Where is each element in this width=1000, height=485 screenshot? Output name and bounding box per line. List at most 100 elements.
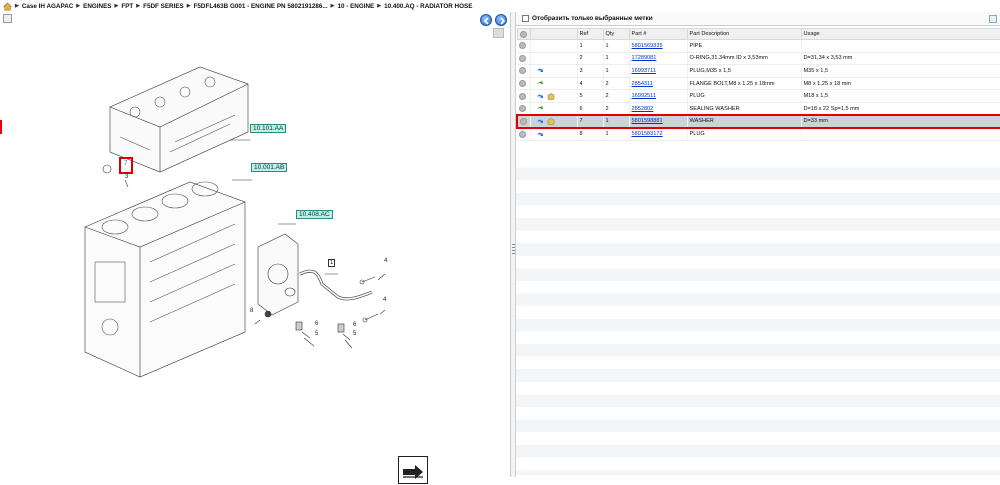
show-selected-only-checkbox[interactable]: [522, 15, 529, 22]
selected-part-highlight[interactable]: 7: [119, 157, 133, 174]
select-all-icon[interactable]: [519, 30, 527, 38]
qty-cell: 1: [603, 114, 630, 129]
breadcrumb-item[interactable]: F5DFL463B G001 - ENGINE PN 5802191286...: [194, 3, 328, 10]
part-number-link[interactable]: 2852802: [632, 106, 654, 112]
row-select-icon[interactable]: [519, 80, 526, 88]
splitter-grip-icon[interactable]: [512, 244, 515, 256]
row-icons-cell: [530, 89, 578, 103]
row-cell: [517, 52, 531, 66]
ref-label[interactable]: 6: [353, 322, 356, 328]
ref-label[interactable]: 4: [383, 297, 386, 303]
row-select-icon[interactable]: [519, 67, 526, 75]
ref-label[interactable]: 5: [315, 331, 318, 337]
package-icon[interactable]: [547, 92, 555, 100]
table-row[interactable]: 8 1 5801583172 PLUG: [517, 127, 1000, 141]
row-cell: [517, 64, 531, 78]
ref-label[interactable]: 4: [384, 258, 387, 264]
description-cell: PLUG: [687, 127, 802, 141]
row-icons-cell: [530, 52, 578, 66]
usage-cell: M18 x 1,5: [801, 89, 1000, 103]
diagram-callout[interactable]: 10.408.AC: [296, 210, 333, 219]
ref-label[interactable]: 6: [315, 321, 318, 327]
ref-cell: 3: [577, 64, 604, 78]
part-number-link[interactable]: 5801583172: [632, 131, 663, 137]
show-selected-only-label[interactable]: Отобразить только выбранные метки: [532, 15, 653, 22]
parts-table: Ref Qty Part # Part Description Usage 11…: [516, 28, 1000, 141]
column-header-ref[interactable]: Ref: [576, 28, 604, 40]
ref-cell: 1: [577, 39, 604, 53]
table-row[interactable]: 5 2 16992511 PLUG M18 x 1,5: [517, 89, 1000, 103]
package-icon[interactable]: [547, 118, 555, 126]
blue-arrow-icon[interactable]: [536, 118, 544, 125]
ref-label[interactable]: 5: [353, 331, 356, 337]
breadcrumb-item[interactable]: F5DF SERIES: [143, 3, 184, 10]
ref-cell: 5: [577, 89, 604, 103]
description-cell: PIPE: [687, 39, 802, 53]
blue-arrow-icon[interactable]: [536, 131, 544, 138]
column-header-description[interactable]: Part Description: [686, 28, 802, 40]
ref-cell: 7: [577, 114, 604, 129]
description-cell: PLUG,M35 x 1,5: [687, 64, 802, 78]
diagram-callout[interactable]: 10.001.AB: [251, 163, 288, 172]
table-row[interactable]: 3 1 16993711 PLUG,M35 x 1,5 M35 x 1,5: [517, 64, 1000, 78]
diagram-callout[interactable]: 10.101.AA: [250, 124, 287, 133]
breadcrumb-item[interactable]: ENGINES: [83, 3, 111, 10]
column-header-qty[interactable]: Qty: [602, 28, 630, 40]
ref-label[interactable]: 8: [250, 308, 253, 314]
table-header-row: Ref Qty Part # Part Description Usage: [516, 28, 1000, 40]
list-options-icon[interactable]: [989, 15, 997, 23]
part-number-link[interactable]: 17289081: [632, 55, 657, 61]
row-select-icon[interactable]: [519, 92, 526, 100]
row-cell: [517, 127, 531, 141]
row-icons-cell: [530, 64, 578, 78]
part-number-link[interactable]: 16993711: [632, 68, 656, 74]
exit-diagram-button[interactable]: [398, 456, 428, 484]
breadcrumb-separator-icon: ▶: [114, 3, 119, 9]
row-select-icon[interactable]: [519, 54, 526, 62]
row-select-icon[interactable]: [519, 42, 526, 50]
green-arrow-icon[interactable]: [536, 105, 544, 112]
qty-cell: 2: [603, 77, 630, 91]
ref-label[interactable]: 3: [125, 174, 128, 180]
table-row[interactable]: 4 2 2854311 FLANGE BOLT,M8 x 1.25 x 18mm M8 …: [517, 77, 1000, 91]
ref-label[interactable]: 1: [328, 259, 336, 267]
part-number-link[interactable]: 5801569335: [632, 43, 663, 49]
qty-cell: 1: [603, 64, 630, 78]
filter-bar: Отобразить только выбранные метки: [516, 12, 1000, 26]
column-header-usage[interactable]: Usage: [800, 28, 1000, 40]
breadcrumb-item[interactable]: 10 - ENGINE: [338, 3, 375, 10]
row-select-icon[interactable]: [519, 105, 526, 113]
qty-cell: 2: [603, 102, 630, 116]
row-cell: [517, 77, 531, 91]
table-row[interactable]: 1 1 5801569335 PIPE: [517, 39, 1000, 53]
row-select-icon[interactable]: [520, 117, 527, 125]
breadcrumb-item[interactable]: FPT: [121, 3, 133, 10]
table-row[interactable]: 2 1 17289081 O-RING,31.34mm ID x 3,53mm D=31…: [517, 52, 1000, 66]
part-number-link[interactable]: 2854311: [632, 81, 653, 87]
row-icons-cell: [530, 102, 578, 116]
usage-cell: M35 x 1,5: [801, 64, 1000, 78]
row-cell: [517, 102, 531, 116]
table-row[interactable]: 6 2 2852802 SEALING WASHER D=18 x 22 Sp=1,5 …: [517, 102, 1000, 116]
row-icons-cell: [530, 114, 578, 129]
qty-cell: 1: [603, 52, 630, 66]
breadcrumb-separator-icon: ▶: [76, 3, 81, 9]
row-select-icon[interactable]: [519, 130, 526, 138]
part-number-link[interactable]: 5801598881: [632, 118, 663, 124]
part-number-cell: 2852802: [629, 102, 688, 116]
green-arrow-icon[interactable]: [536, 80, 544, 87]
home-icon[interactable]: [3, 2, 12, 11]
table-row[interactable]: 7 1 5801598881 WASHER D=33 mm: [516, 114, 1000, 129]
blue-arrow-icon[interactable]: [536, 67, 544, 74]
breadcrumb-item[interactable]: Case IH AGAPAC: [22, 3, 73, 10]
row-icons-cell: [530, 127, 578, 141]
engine-exploded-diagram[interactable]: [0, 12, 510, 477]
column-header-part-number[interactable]: Part #: [628, 28, 688, 40]
row-cell: [517, 89, 531, 103]
diagram-pane: 10.101.AA 10.001.AB 10.408.AC 7 3 1 4 4 …: [0, 12, 510, 484]
blue-arrow-icon[interactable]: [536, 93, 544, 100]
breadcrumb-separator-icon: ▶: [377, 3, 382, 9]
part-number-cell: 5801598881: [629, 114, 688, 129]
part-number-cell: 5801583172: [629, 127, 688, 141]
part-number-link[interactable]: 16992511: [632, 93, 656, 99]
